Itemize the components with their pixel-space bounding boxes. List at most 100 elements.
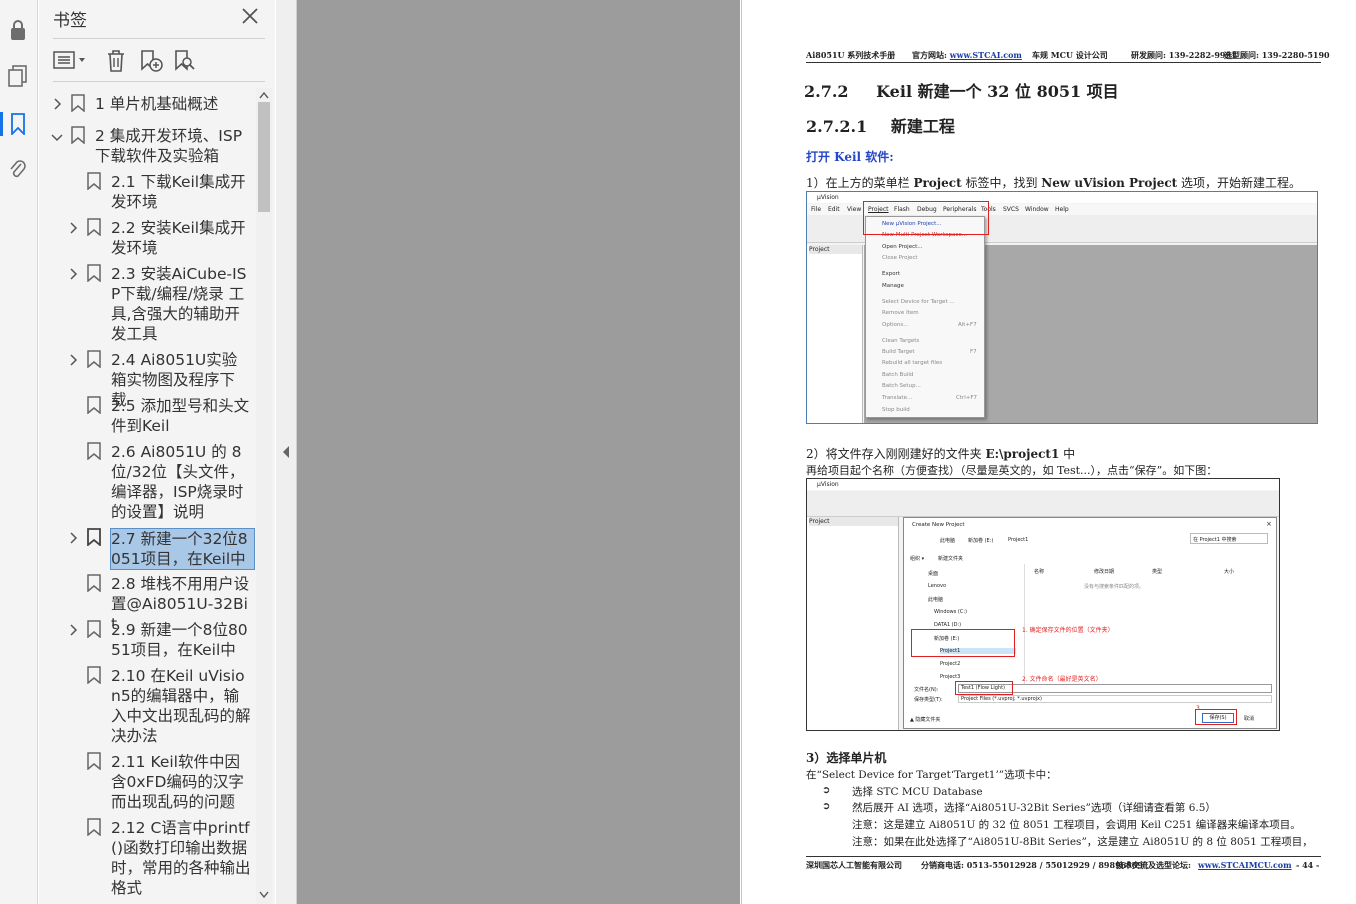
chevron-right-icon[interactable] (67, 354, 79, 366)
bookmark-item-2-7[interactable]: 2.7 新建一个32位8051项目，在Keil中 (39, 528, 257, 570)
dialog-title: Create New Project (912, 522, 965, 528)
bookmark-label: 2.5 添加型号和头文件到Keil (111, 397, 250, 435)
shot1-dd-item: Options... (882, 322, 909, 328)
footer-forum-link[interactable]: www.STCAIMCU.com (1198, 860, 1292, 870)
shot1-dd-item: Translate... (882, 395, 913, 401)
shot1-dd-item: Close Project (882, 255, 918, 261)
header-select: 选型顾问: 139-2280-5190 (1224, 50, 1330, 60)
bookmark-item-2[interactable]: 2 集成开发环境、ISP下载软件及实验箱 (39, 126, 257, 168)
bookmark-item-2-8[interactable]: 2.8 堆栈不用用户设置@Ai8051U-32Bit (39, 574, 257, 633)
shot1-project-label: Project (809, 245, 862, 254)
step2-desc: 再给项目起个名称（方便查找）（尽量是英文的，如 Test...），点击“保存”。… (806, 464, 1218, 477)
shot1-menu: Window (1025, 206, 1049, 213)
options-menu-icon[interactable] (53, 49, 89, 73)
bookmark-flag-icon (87, 620, 101, 638)
bookmark-item-2-5[interactable]: 2.5 添加型号和头文件到Keil (39, 396, 257, 438)
collapse-panel-icon[interactable] (281, 444, 291, 460)
bookmark-toolbar (53, 38, 265, 82)
pages-icon[interactable] (4, 62, 32, 90)
find-bookmark-icon[interactable] (173, 49, 199, 73)
header-site-link[interactable]: www.STCAI.com (950, 50, 1022, 60)
delete-icon[interactable] (105, 49, 131, 73)
header-site: 官方网站: www.STCAI.com (912, 50, 1022, 61)
step3-text: 3）选择单片机 (806, 751, 887, 765)
chevron-right-icon[interactable] (67, 268, 79, 280)
bookmark-item-2-2[interactable]: 2.2 安装Keil集成开发环境 (39, 218, 257, 260)
shot1-dd-item: Select Device for Target ... (882, 299, 955, 305)
bookmark-flag-icon (87, 264, 101, 282)
scroll-up-icon[interactable] (259, 91, 269, 99)
bookmark-scrollbar[interactable] (256, 88, 272, 904)
filetype-label: 保存类型(T): (914, 697, 943, 703)
bookmark-label: 2.12 C语言中printf()函数打印输出数据时，常用的各种输出格式 (111, 819, 251, 897)
left-icon-rail (0, 0, 38, 904)
tree-item: Lenovo (928, 583, 947, 589)
footer-company: 深圳国芯人工智能有限公司 (806, 860, 902, 870)
step1-text: 1）在上方的菜单栏 Project 标签中，找到 New uVision Pro… (806, 174, 1301, 191)
bookmark-flag-icon (87, 574, 101, 592)
bookmarks-panel: 书签 1 单片机基础概述 2 集成开发环境、ISP下载软件及实验箱 2.1 下载… (39, 0, 275, 904)
bullet-icon: ➲ (822, 801, 831, 812)
chevron-down-icon[interactable] (51, 131, 63, 143)
bullet-1: 选择 STC MCU Database (852, 786, 983, 798)
bookmark-flag-icon (71, 94, 85, 112)
shot1-dd-item: Open Project... (882, 244, 923, 250)
step1-d: New uVision Project (1041, 176, 1178, 190)
bookmark-label: 2.3 安装AiCube-ISP下载/编程/烧录 工具,含强大的辅助开发工具 (111, 265, 247, 343)
dialog-search: 在 Project1 中搜索 (1190, 533, 1268, 544)
header-company: 车规 MCU 设计公司 (1032, 50, 1108, 60)
bookmark-item-2-9[interactable]: 2.9 新建一个8位8051项目，在Keil中 (39, 620, 257, 662)
note-1-text: 注意：这是建立 Ai8051U 的 32 位 8051 工程项目，会调用 Kei… (852, 819, 1301, 831)
shot1-dd-item: Batch Build (882, 372, 914, 378)
footer-phone: 分销商电话: 0513-55012928 / 55012929 / 898965… (921, 860, 1143, 870)
bookmark-item-2-12[interactable]: 2.12 C语言中printf()函数打印输出数据时，常用的各种输出格式 (39, 818, 257, 900)
attachment-icon[interactable] (4, 156, 32, 184)
shot1-dd-item: Clean Targets (882, 338, 920, 344)
bookmark-flag-icon (87, 666, 101, 684)
bookmark-item-2-1[interactable]: 2.1 下载Keil集成开发环境 (39, 172, 257, 214)
lock-icon[interactable] (4, 16, 32, 44)
bookmark-item-2-3[interactable]: 2.3 安装AiCube-ISP下载/编程/烧录 工具,含强大的辅助开发工具 (39, 264, 257, 346)
bookmark-flag-icon (87, 528, 101, 546)
chevron-right-icon[interactable] (51, 98, 63, 110)
bookmark-flag-icon (87, 396, 101, 414)
empty-text: 没有与搜索条件匹配的项。 (1084, 584, 1145, 590)
bullet-icon: ➲ (822, 785, 831, 796)
shot1-dd-item: Remove Item (882, 310, 919, 316)
bookmark-flag-icon (71, 126, 85, 144)
col-header: 大小 (1224, 569, 1235, 575)
shot1-dd-item: Manage (882, 283, 904, 289)
close-icon[interactable] (240, 6, 260, 26)
scroll-thumb[interactable] (258, 102, 270, 212)
chevron-right-icon[interactable] (67, 222, 79, 234)
bookmark-item-2-4[interactable]: 2.4 Ai8051U实验箱实物图及程序下载 (39, 350, 257, 409)
note-1: 1. 确定保存文件的位置（文件夹） (1022, 627, 1114, 634)
bookmark-item-1[interactable]: 1 单片机基础概述 (39, 94, 257, 116)
highlight-box (863, 201, 989, 235)
tree-item: DATA1 (D:) (934, 622, 962, 628)
bookmark-item-2-6[interactable]: 2.6 Ai8051U 的 8位/32位【头文件，编译器，ISP烧录时的设置】说… (39, 442, 257, 524)
col-header: 类型 (1152, 569, 1163, 575)
chevron-right-icon[interactable] (67, 532, 79, 544)
create-project-dialog: Create New Project × 此电脑 新加卷 (E:) Projec… (903, 517, 1277, 729)
bookmark-icon[interactable] (0, 110, 32, 138)
bookmark-label: 2.1 下载Keil集成开发环境 (111, 173, 246, 211)
step2-b: E:\project1 (985, 447, 1060, 461)
shot2-project-label: Project (809, 517, 898, 526)
step2-text: 2）将文件存入刚刚建好的文件夹 E:\project1 中 (806, 445, 1075, 462)
bookmark-label: 1 单片机基础概述 (95, 95, 219, 113)
bookmark-item-2-11[interactable]: 2.11 Keil软件中因含0xFD编码的汉字而出现乱码的问题 (39, 752, 257, 814)
step1-c: 标签中，找到 (961, 176, 1042, 190)
subsection-number: 2.7.2.1 (806, 117, 868, 136)
document-page: Ai8051U 系列技术手册 官方网站: www.STCAI.com 车规 MC… (741, 0, 1356, 904)
shot1-dd-item: Rebuild all target files (882, 360, 943, 366)
new-bookmark-icon[interactable] (139, 49, 165, 73)
bookmark-item-2-10[interactable]: 2.10 在Keil uVision5的编辑器中，输入中文出现乱码的解决办法 (39, 666, 257, 748)
highlight-box (955, 681, 1013, 695)
pane-divider (1024, 564, 1025, 684)
hide-folders: ▲ 隐藏文件夹 (910, 717, 941, 723)
scroll-down-icon[interactable] (259, 891, 269, 899)
chevron-right-icon[interactable] (67, 624, 79, 636)
shot1-menu: View (847, 206, 862, 213)
step2-a: 2）将文件存入刚刚建好的文件夹 (806, 447, 986, 461)
